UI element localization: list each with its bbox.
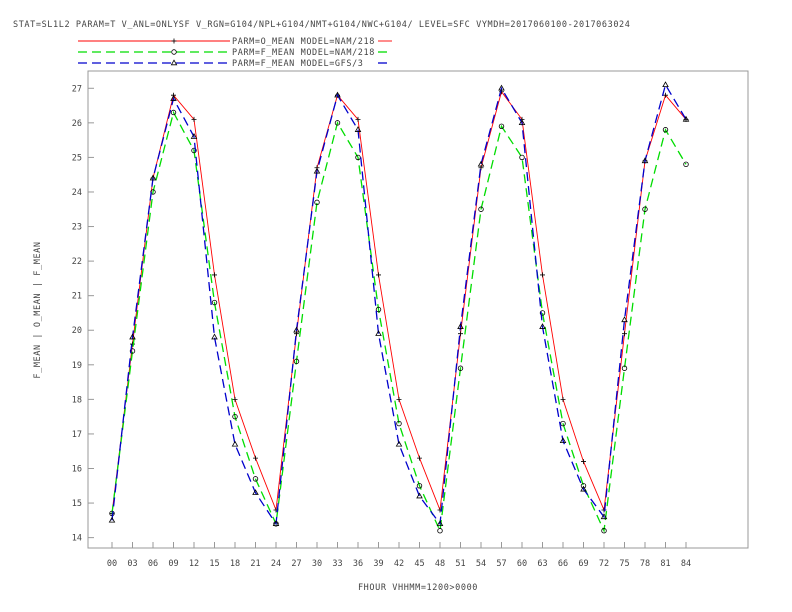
x-tick-label: 72 [599, 559, 609, 569]
y-tick-label: 22 [72, 257, 82, 267]
y-tick-label: 25 [72, 153, 82, 163]
legend-entry-2: PARM=F_MEAN MODEL=NAM/218 [78, 48, 392, 58]
series-1-point [458, 331, 463, 337]
y-tick-label: 18 [72, 395, 82, 405]
series-3 [108, 81, 690, 527]
legend-label: PARM=O_MEAN MODEL=NAM/218 [232, 37, 375, 47]
series-1-point [376, 272, 381, 278]
chart: STAT=SL1L2 PARAM=T V_ANL=ONLYSF V_RGN=G1… [13, 20, 749, 593]
legend-entry-3: PARM=F_MEAN MODEL=GFS/3 [78, 59, 392, 69]
x-tick-label: 45 [414, 559, 424, 569]
y-tick-label: 20 [72, 326, 82, 336]
x-tick-label: 12 [189, 559, 199, 569]
series-1-point [232, 396, 238, 402]
series-2 [109, 109, 689, 534]
y-axis-label: F_MEAN | O_MEAN | F_MEAN [33, 241, 43, 378]
x-tick-label: 42 [394, 559, 404, 569]
x-tick-label: 57 [496, 559, 506, 569]
x-tick-label: 30 [312, 559, 322, 569]
x-tick-label: 06 [148, 559, 158, 569]
x-tick-label: 18 [230, 559, 240, 569]
series-1-line [111, 90, 687, 514]
x-tick-label: 81 [660, 559, 670, 569]
series-1-point [417, 455, 422, 461]
series-1 [109, 89, 689, 516]
x-axis-label: FHOUR VHHMM=1200>0000 [358, 583, 478, 593]
y-tick-label: 21 [72, 292, 82, 302]
x-tick-label: 54 [476, 559, 486, 569]
series-3-point [395, 440, 403, 447]
series-2-point [683, 161, 689, 168]
x-tick-label: 39 [373, 559, 383, 569]
x-tick-label: 24 [271, 559, 281, 569]
x-tick-label: 48 [435, 559, 445, 569]
plot-frame [87, 70, 749, 549]
legend-entry-1: PARM=O_MEAN MODEL=NAM/218 [78, 37, 392, 47]
x-tick-label: 78 [640, 559, 650, 569]
y-tick-label: 23 [72, 223, 82, 233]
chart-title: STAT=SL1L2 PARAM=T V_ANL=ONLYSF V_RGN=G1… [13, 20, 630, 30]
series-2-point [519, 154, 525, 161]
series-3-point [662, 81, 669, 88]
y-axis: 14 15 16 17 18 19 20 21 22 23 24 25 26 27 [72, 84, 94, 544]
y-tick-label: 19 [72, 361, 82, 371]
series-1-point [560, 396, 566, 402]
series-1-point [396, 396, 402, 402]
legend-marker [171, 49, 177, 55]
legend-label: PARM=F_MEAN MODEL=NAM/218 [232, 48, 375, 58]
x-tick-label: 33 [332, 559, 342, 569]
x-tick-label: 51 [455, 559, 465, 569]
legend-label: PARM=F_MEAN MODEL=GFS/3 [232, 59, 364, 69]
series-1-point [253, 455, 258, 461]
series-1-point [540, 272, 545, 278]
series-2-point [437, 528, 443, 534]
x-tick-label: 84 [681, 559, 691, 569]
legend: PARM=O_MEAN MODEL=NAM/218PARM=F_MEAN MOD… [78, 37, 392, 69]
x-tick-label: 66 [558, 559, 568, 569]
y-tick-label: 17 [72, 430, 82, 440]
x-tick-label: 09 [168, 559, 178, 569]
x-tick-label: 03 [127, 559, 137, 569]
x-tick-label: 27 [291, 559, 301, 569]
x-tick-label: 63 [537, 559, 547, 569]
x-tick-label: 21 [250, 559, 260, 569]
y-tick-label: 26 [72, 119, 82, 129]
x-tick-label: 36 [353, 559, 363, 569]
legend-marker [171, 38, 177, 44]
series-1-point [581, 459, 586, 465]
legend-marker [170, 59, 178, 66]
x-tick-label: 00 [107, 559, 117, 569]
x-tick-label: 69 [578, 559, 588, 569]
x-tick-label: 60 [517, 559, 527, 569]
y-tick-label: 14 [72, 534, 82, 544]
x-tick-label: 75 [619, 559, 629, 569]
series-layer [108, 81, 690, 534]
x-tick-label: 15 [209, 559, 219, 569]
x-axis: 00 03 06 09 12 15 18 21 24 27 30 33 36 39 42 45 48 51 54 57… [107, 542, 691, 569]
y-tick-label: 27 [72, 84, 82, 94]
y-tick-label: 16 [72, 465, 82, 475]
y-tick-label: 15 [72, 499, 82, 509]
series-3-point [231, 440, 239, 447]
series-1-point [212, 272, 217, 278]
y-tick-label: 24 [72, 188, 82, 198]
